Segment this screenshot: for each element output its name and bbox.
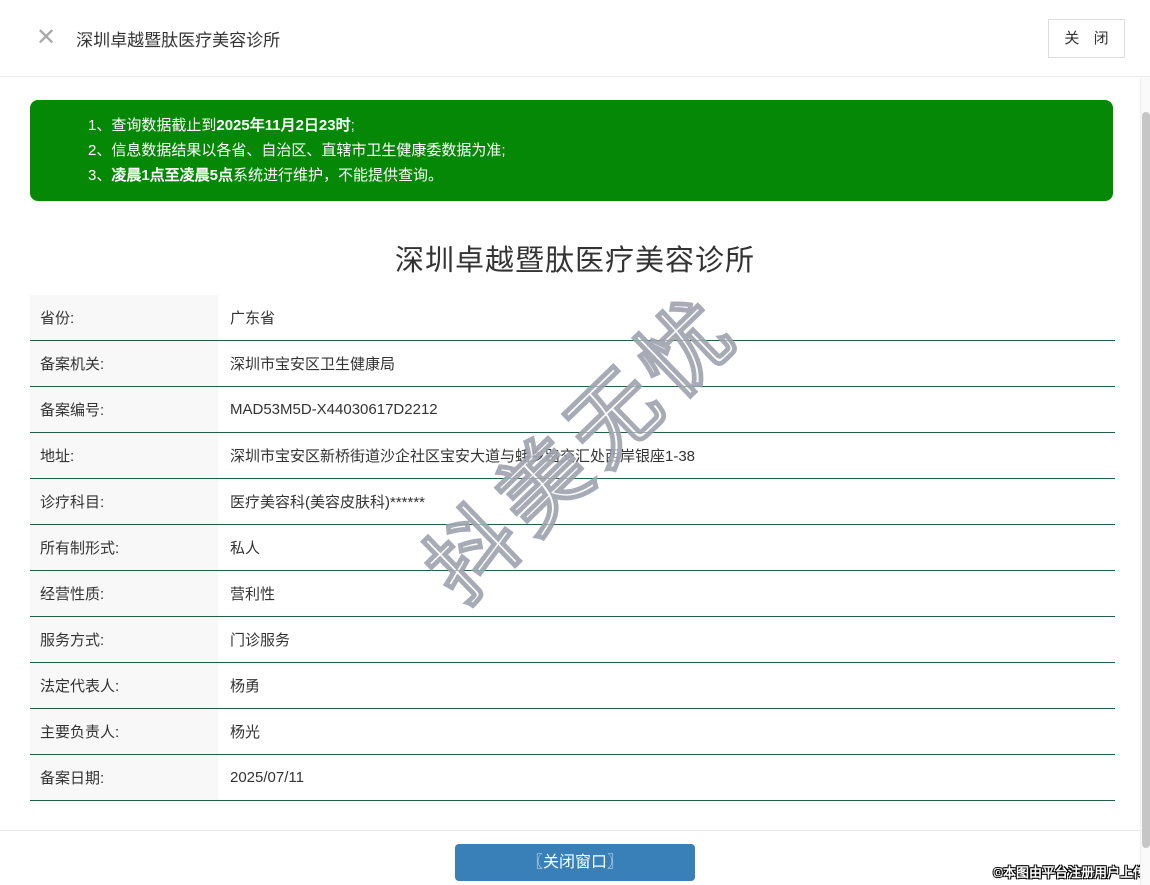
notice-line-2: 2、信息数据结果以各省、自治区、直辖市卫生健康委数据为准;: [88, 142, 506, 159]
row-value: 门诊服务: [230, 632, 291, 649]
table-row-business-nature: 经营性质: 营利性: [30, 571, 1115, 617]
row-value: 杨勇: [230, 678, 261, 695]
notice-banner: 1、查询数据截止到2025年11月2日23时; 2、信息数据结果以各省、自治区、…: [30, 100, 1113, 201]
row-label: 法定代表人:: [30, 663, 218, 708]
close-button[interactable]: 关 闭: [1048, 19, 1125, 58]
page-title: 深圳卓越暨肽医疗美容诊所: [394, 245, 755, 277]
vertical-scrollbar-track[interactable]: [1140, 78, 1150, 885]
close-window-button[interactable]: 〖关闭窗口〗: [455, 844, 695, 881]
row-value: 医疗美容科(美容皮肤科)******: [230, 494, 426, 511]
window-title: 深圳卓越暨肽医疗美容诊所: [76, 30, 281, 50]
row-value: MAD53M5D-X44030617D2212: [230, 401, 438, 418]
row-value: 深圳市宝安区卫生健康局: [230, 356, 396, 373]
row-label: 省份:: [30, 295, 218, 340]
notice-line-1: 1、查询数据截止到2025年11月2日23时;: [88, 117, 355, 134]
row-value: 私人: [230, 540, 261, 557]
row-value: 营利性: [230, 586, 276, 603]
row-value: 深圳市宝安区新桥街道沙企社区宝安大道与蚝乡路交汇处西岸银座1-38: [230, 448, 696, 465]
row-label: 经营性质:: [30, 571, 218, 616]
row-label: 备案日期:: [30, 755, 218, 800]
footer: 〖关闭窗口〗: [0, 831, 1150, 881]
table-row-ownership-form: 所有制形式: 私人: [30, 525, 1115, 571]
row-label: 主要负责人:: [30, 709, 218, 754]
table-row-filing-number: 备案编号: MAD53M5D-X44030617D2212: [30, 387, 1115, 433]
row-label: 备案机关:: [30, 341, 218, 386]
row-label: 服务方式:: [30, 617, 218, 662]
row-value: 广东省: [230, 310, 276, 327]
table-row-address: 地址: 深圳市宝安区新桥街道沙企社区宝安大道与蚝乡路交汇处西岸银座1-38: [30, 433, 1115, 479]
table-row-service-mode: 服务方式: 门诊服务: [30, 617, 1115, 663]
table-row-province: 省份: 广东省: [30, 295, 1115, 341]
table-row-filing-date: 备案日期: 2025/07/11: [30, 755, 1115, 801]
table-row-filing-authority: 备案机关: 深圳市宝安区卫生健康局: [30, 341, 1115, 387]
vertical-scrollbar-thumb[interactable]: [1142, 112, 1150, 848]
table-row-legal-representative: 法定代表人: 杨勇: [30, 663, 1115, 709]
table-row-principal: 主要负责人: 杨光: [30, 709, 1115, 755]
notice-line-3: 3、凌晨1点至凌晨5点系统进行维护，不能提供查询。: [88, 167, 444, 184]
row-label: 地址:: [30, 433, 218, 478]
table-row-treatment-subjects: 诊疗科目: 医疗美容科(美容皮肤科)******: [30, 479, 1115, 525]
row-label: 所有制形式:: [30, 525, 218, 570]
copyright-watermark: ©本图由平台注册用户上传: [993, 865, 1146, 880]
row-label: 诊疗科目:: [30, 479, 218, 524]
top-bar: ✕ 深圳卓越暨肽医疗美容诊所 关 闭: [0, 0, 1150, 77]
close-icon[interactable]: ✕: [36, 26, 56, 50]
row-value: 2025/07/11: [230, 769, 304, 786]
row-value: 杨光: [230, 724, 261, 741]
row-label: 备案编号:: [30, 387, 218, 432]
record-table: 省份: 广东省 备案机关: 深圳市宝安区卫生健康局 备案编号: MAD53M5D…: [30, 295, 1115, 801]
